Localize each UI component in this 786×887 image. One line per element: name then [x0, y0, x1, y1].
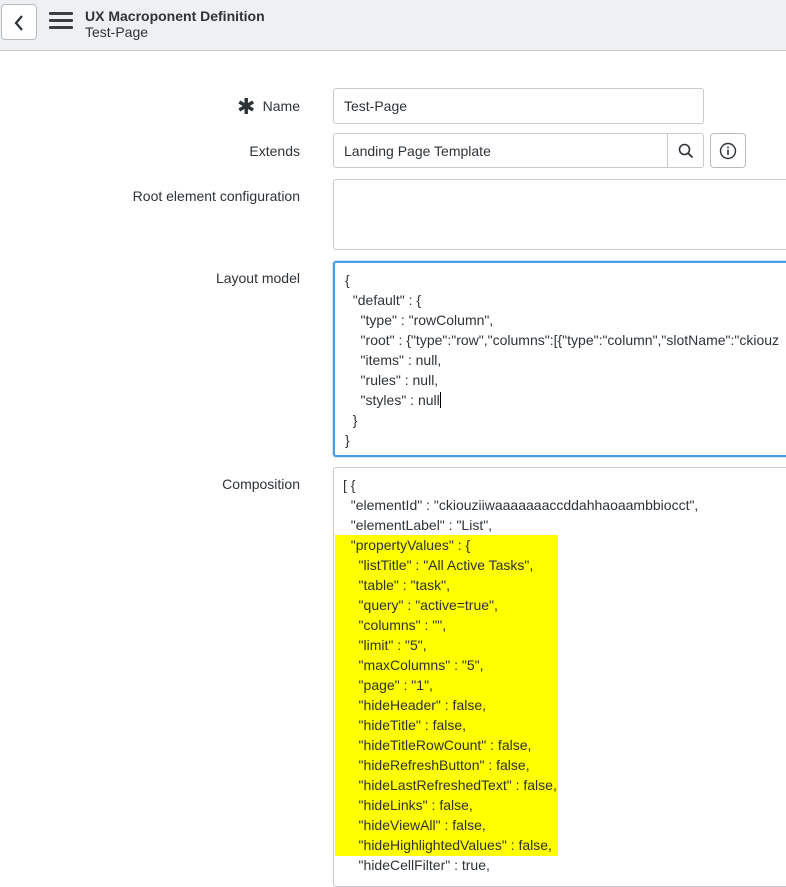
extends-label: Extends [249, 143, 300, 159]
name-label: Name [262, 98, 300, 114]
composition-line: "maxColumns" : "5", [343, 657, 484, 673]
name-input[interactable]: Test-Page [333, 88, 704, 124]
composition-line: "hideRefreshButton" : false, [343, 757, 530, 773]
composition-line: "propertyValues" : { [343, 537, 471, 553]
layout-model-label: Layout model [215, 270, 300, 286]
composition-line: "table" : "task", [343, 577, 451, 593]
info-icon [719, 142, 737, 160]
form-header: UX Macroponent Definition Test-Page [0, 0, 786, 51]
layout-model-code: { "default" : { "type" : "rowColumn", "r… [345, 270, 779, 450]
root-config-label: Root element configuration [132, 188, 300, 204]
chevron-left-icon [14, 15, 23, 31]
composition-line: "hideLastRefreshedText" : false, [343, 777, 557, 793]
back-button[interactable] [1, 4, 37, 40]
search-icon [678, 143, 694, 159]
layout-model-line: } [345, 412, 358, 428]
layout-model-line: "rules" : null, [345, 372, 439, 388]
lookup-button[interactable] [667, 133, 704, 168]
composition-line: "hideTitleRowCount" : false, [343, 737, 532, 753]
extends-input[interactable]: Landing Page Template [333, 133, 668, 168]
composition-line: "elementId" : "ckiouziiwaaaaaaaccddahhao… [343, 497, 699, 513]
composition-line: [ { [343, 477, 356, 493]
layout-model-textarea[interactable]: { "default" : { "type" : "rowColumn", "r… [333, 261, 786, 457]
layout-model-line: { [345, 272, 350, 288]
info-button[interactable] [710, 133, 746, 168]
text-caret [439, 392, 441, 408]
composition-line: "listTitle" : "All Active Tasks", [343, 557, 534, 573]
composition-line: "columns" : "", [343, 617, 447, 633]
layout-model-line: "items" : null, [345, 352, 442, 368]
name-input-value: Test-Page [344, 98, 408, 114]
form-title: UX Macroponent Definition [85, 8, 265, 24]
composition-line: "hideHighlightedValues" : false, [343, 837, 552, 853]
composition-line: "hideViewAll" : false, [343, 817, 486, 833]
composition-label: Composition [222, 476, 300, 492]
composition-line: "limit" : "5", [343, 637, 427, 653]
composition-line: "hideHeader" : false, [343, 697, 487, 713]
layout-model-line: } [345, 432, 350, 448]
layout-model-line: "root" : {"type":"row","columns":[{"type… [345, 332, 780, 348]
composition-line: "hideCellFilter" : true, [343, 857, 490, 873]
composition-line: "page" : "1", [343, 677, 433, 693]
composition-code: [ { "elementId" : "ckiouziiwaaaaaaaccdda… [343, 475, 698, 875]
record-name: Test-Page [85, 24, 149, 40]
hamburger-menu-icon[interactable] [49, 12, 73, 32]
composition-line: "hideTitle" : false, [343, 717, 467, 733]
composition-line: "hideLinks" : false, [343, 797, 473, 813]
root-config-textarea[interactable] [333, 179, 786, 250]
composition-line: "elementLabel" : "List", [343, 517, 493, 533]
layout-model-line: "default" : { [345, 292, 422, 308]
extends-input-value: Landing Page Template [344, 142, 491, 159]
layout-model-line: "styles" : null [345, 392, 441, 408]
layout-model-line: "type" : "rowColumn", [345, 312, 494, 328]
composition-line: "query" : "active=true", [343, 597, 498, 613]
